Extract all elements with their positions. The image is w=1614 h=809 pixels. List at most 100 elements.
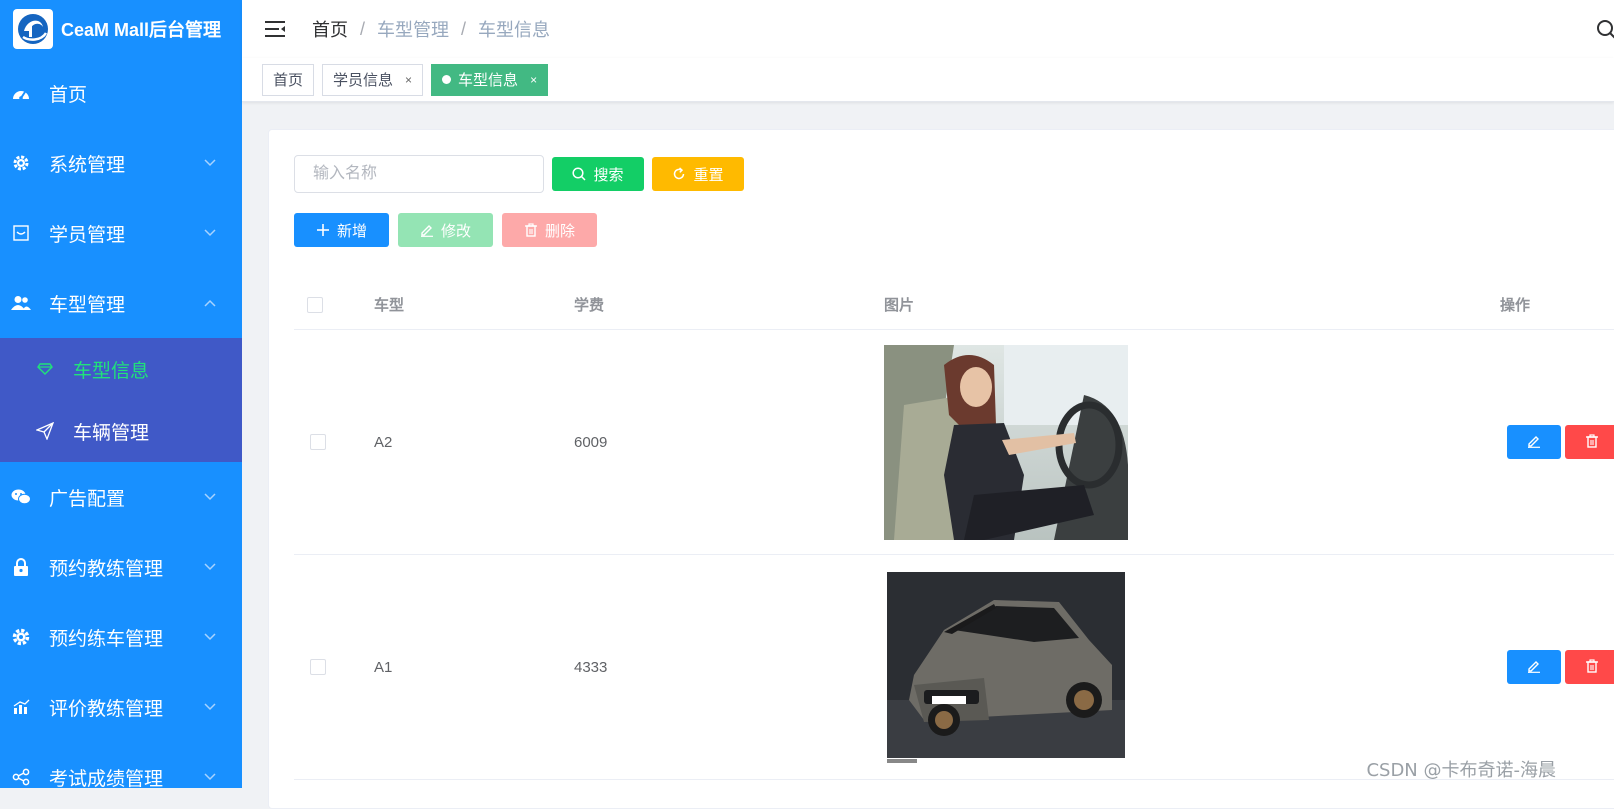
car-type-table: 车型 学费 图片 操作 A2 6009 [294, 280, 1614, 780]
edit-button[interactable]: 修改 [398, 213, 493, 247]
reset-button[interactable]: 重置 [652, 157, 744, 191]
sidebar-item-coach-review[interactable]: 评价教练管理 [0, 672, 242, 742]
watermark: CSDN @卡布奇诺-海晨 [1366, 756, 1556, 782]
tag-label: 学员信息 [333, 69, 393, 90]
close-icon[interactable]: × [405, 73, 412, 87]
submenu-car-types: 车型信息 车辆管理 [0, 338, 242, 462]
search-icon [572, 167, 586, 181]
column-header: 操作 [1444, 294, 1614, 315]
select-all-checkbox[interactable] [307, 297, 323, 313]
sidebar-item-label: 预约教练管理 [49, 554, 163, 581]
sidebar-item-car-info[interactable]: 车型信息 [0, 338, 242, 400]
sidebar-item-label: 车型管理 [49, 290, 125, 317]
search-button[interactable]: 搜索 [552, 157, 644, 191]
sidebar-item-exam-scores[interactable]: 考试成绩管理 [0, 742, 242, 788]
search-icon[interactable] [1596, 19, 1614, 39]
chevron-down-icon [204, 631, 216, 643]
main-card: 搜索 重置 新增 修改 删除 [268, 129, 1614, 809]
cell-fee: 4333 [574, 659, 884, 676]
sidebar-item-label: 预约练车管理 [49, 624, 163, 651]
column-header: 车型 [374, 294, 574, 315]
search-button-label: 搜索 [593, 164, 623, 185]
chevron-down-icon [204, 491, 216, 503]
row-delete-button[interactable] [1565, 425, 1614, 459]
send-icon [36, 422, 54, 440]
breadcrumb-home[interactable]: 首页 [312, 16, 348, 42]
cell-car-type: A2 [374, 434, 574, 451]
users-icon [11, 293, 31, 313]
edit-icon [1527, 434, 1541, 451]
sidebar-item-car-types[interactable]: 车型管理 [0, 268, 242, 338]
lock-icon [11, 557, 31, 577]
sidebar-item-practice-booking[interactable]: 预约练车管理 [0, 602, 242, 672]
sidebar-item-label: 评价教练管理 [49, 694, 163, 721]
row-delete-button[interactable] [1565, 650, 1614, 684]
breadcrumb-separator: / [360, 19, 365, 40]
dashboard-icon [11, 83, 31, 103]
breadcrumb-separator: / [461, 19, 466, 40]
sidebar-item-students[interactable]: 学员管理 [0, 198, 242, 268]
chevron-down-icon [204, 701, 216, 713]
sidebar-item-label: 学员管理 [49, 220, 125, 247]
top-header: 首页 / 车型管理 / 车型信息 [242, 0, 1614, 58]
trash-icon [1585, 434, 1599, 451]
search-bar: 搜索 重置 [294, 155, 744, 193]
tag-label: 车型信息 [458, 69, 518, 90]
delete-button-label: 删除 [545, 220, 575, 241]
breadcrumb: 首页 / 车型管理 / 车型信息 [312, 16, 550, 42]
refresh-icon [672, 167, 686, 181]
car-image [884, 345, 1128, 540]
logo: CeaM Mall后台管理 [0, 0, 242, 58]
add-button-label: 新增 [337, 220, 367, 241]
trash-icon [524, 223, 538, 237]
add-button[interactable]: 新增 [294, 213, 389, 247]
breadcrumb-item: 车型信息 [478, 16, 550, 42]
tag-student-info[interactable]: 学员信息 × [322, 64, 423, 96]
sidebar-item-system[interactable]: 系统管理 [0, 128, 242, 198]
cog-icon [11, 627, 31, 647]
row-edit-button[interactable] [1507, 425, 1561, 459]
tag-home[interactable]: 首页 [262, 64, 314, 96]
tag-label: 首页 [273, 69, 303, 90]
sidebar-item-ads[interactable]: 广告配置 [0, 462, 242, 532]
sidebar-item-vehicles[interactable]: 车辆管理 [0, 400, 242, 462]
edit-icon [420, 223, 434, 237]
gear-icon [11, 153, 31, 173]
column-header: 图片 [884, 294, 1444, 315]
plus-icon [316, 223, 330, 237]
row-checkbox[interactable] [310, 434, 326, 450]
wechat-icon [11, 487, 31, 507]
tags-view: 首页 学员信息 × 车型信息 × [242, 58, 1614, 102]
sidebar-item-label: 首页 [49, 80, 87, 107]
column-header: 学费 [574, 294, 884, 315]
cell-car-type: A1 [374, 659, 574, 676]
search-input[interactable] [294, 155, 544, 193]
tag-car-info[interactable]: 车型信息 × [431, 64, 548, 96]
sidebar-item-home[interactable]: 首页 [0, 58, 242, 128]
sidebar: CeaM Mall后台管理 首页 系统管理 学员管理 车型管理 [0, 0, 242, 788]
table-row: A1 4333 [294, 555, 1614, 780]
table-header: 车型 学费 图片 操作 [294, 280, 1614, 330]
table-row: A2 6009 [294, 330, 1614, 555]
sidebar-item-coach-booking[interactable]: 预约教练管理 [0, 532, 242, 602]
chevron-down-icon [204, 771, 216, 783]
inbox-icon [11, 223, 31, 243]
close-icon[interactable]: × [530, 73, 537, 87]
chevron-down-icon [204, 157, 216, 169]
edit-button-label: 修改 [441, 220, 471, 241]
row-edit-button[interactable] [1507, 650, 1561, 684]
cell-fee: 6009 [574, 434, 884, 451]
reset-button-label: 重置 [693, 164, 723, 185]
row-checkbox[interactable] [310, 659, 326, 675]
delete-button[interactable]: 删除 [502, 213, 597, 247]
trash-icon [1585, 659, 1599, 676]
sidebar-item-label: 广告配置 [49, 484, 125, 511]
chevron-down-icon [204, 561, 216, 573]
edit-icon [1527, 659, 1541, 676]
share-icon [11, 767, 31, 787]
car-image [884, 570, 1128, 765]
collapse-menu-icon[interactable] [264, 18, 286, 40]
sidebar-item-label: 车辆管理 [73, 418, 149, 445]
sidebar-item-label: 系统管理 [49, 150, 125, 177]
chevron-down-icon [204, 227, 216, 239]
